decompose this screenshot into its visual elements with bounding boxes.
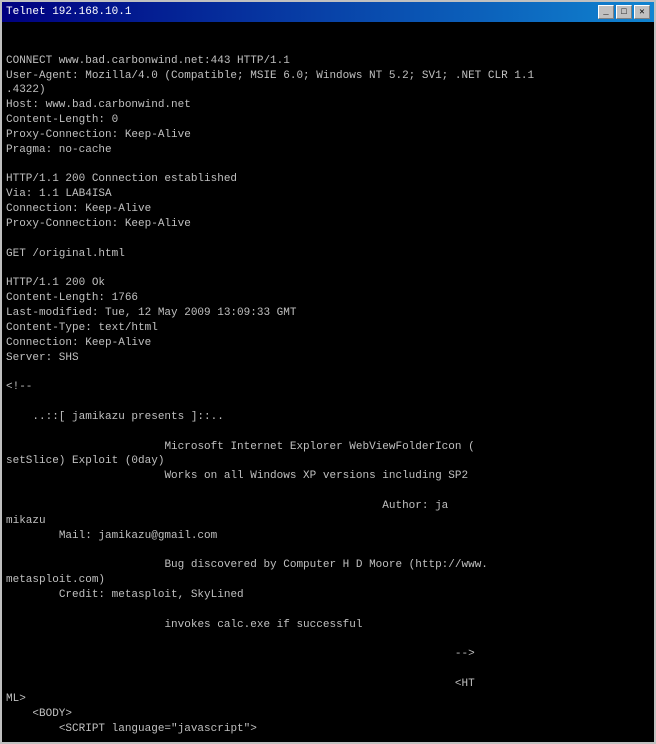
- terminal-line: Host: www.bad.carbonwind.net: [6, 98, 650, 113]
- minimize-button[interactable]: _: [598, 5, 614, 19]
- terminal-line: GET /original.html: [6, 247, 650, 262]
- close-button[interactable]: ✕: [634, 5, 650, 19]
- terminal-line: [6, 232, 650, 247]
- terminal-line: [6, 395, 650, 410]
- terminal-line: Via: 1.1 LAB4ISA: [6, 187, 650, 202]
- terminal-line: Credit: metasploit, SkyLined: [6, 588, 650, 603]
- terminal-line: setSlice) Exploit (0day): [6, 454, 650, 469]
- terminal-line: Connection: Keep-Alive: [6, 202, 650, 217]
- title-bar-left: Telnet 192.168.10.1: [6, 6, 131, 18]
- terminal-line: [6, 484, 650, 499]
- terminal-line: metasploit.com): [6, 573, 650, 588]
- terminal-line: ..::[ jamikazu presents ]::..: [6, 410, 650, 425]
- terminal-line: [6, 544, 650, 559]
- terminal-line: Content-Length: 1766: [6, 291, 650, 306]
- terminal-line: Author: ja: [6, 499, 650, 514]
- terminal-line: Server: SHS: [6, 351, 650, 366]
- title-bar-buttons: _ □ ✕: [598, 5, 650, 19]
- terminal-line: -->: [6, 647, 650, 662]
- terminal-line: Bug discovered by Computer H D Moore (ht…: [6, 558, 650, 573]
- terminal-line: <SCRIPT language="javascript">: [6, 722, 650, 737]
- terminal-line: Content-Length: 0: [6, 113, 650, 128]
- terminal-line: mikazu: [6, 514, 650, 529]
- terminal-line: Proxy-Connection: Keep-Alive: [6, 217, 650, 232]
- terminal-line: Connection: Keep-Alive: [6, 336, 650, 351]
- terminal-line: Pragma: no-cache: [6, 143, 650, 158]
- maximize-button[interactable]: □: [616, 5, 632, 19]
- terminal-line: Works on all Windows XP versions includi…: [6, 469, 650, 484]
- terminal-line: <!--: [6, 380, 650, 395]
- terminal-output: CONNECT www.bad.carbonwind.net:443 HTTP/…: [2, 22, 654, 742]
- terminal-line: [6, 425, 650, 440]
- terminal-line: [6, 262, 650, 277]
- terminal-line: Mail: jamikazu@gmail.com: [6, 529, 650, 544]
- terminal-line: [6, 737, 650, 743]
- title-bar: Telnet 192.168.10.1 _ □ ✕: [2, 2, 654, 22]
- terminal-line: invokes calc.exe if successful: [6, 618, 650, 633]
- terminal-line: ML>: [6, 692, 650, 707]
- terminal-line: <BODY>: [6, 707, 650, 722]
- window-title: Telnet 192.168.10.1: [6, 6, 131, 18]
- terminal-text: CONNECT www.bad.carbonwind.net:443 HTTP/…: [6, 54, 650, 742]
- terminal-line: Proxy-Connection: Keep-Alive: [6, 128, 650, 143]
- terminal-line: [6, 603, 650, 618]
- terminal-line: CONNECT www.bad.carbonwind.net:443 HTTP/…: [6, 54, 650, 69]
- telnet-window: Telnet 192.168.10.1 _ □ ✕ CONNECT www.ba…: [0, 0, 656, 744]
- terminal-line: [6, 158, 650, 173]
- terminal-line: .4322): [6, 83, 650, 98]
- terminal-line: User-Agent: Mozilla/4.0 (Compatible; MSI…: [6, 69, 650, 84]
- terminal-line: [6, 662, 650, 677]
- terminal-line: <HT: [6, 677, 650, 692]
- terminal-line: Last-modified: Tue, 12 May 2009 13:09:33…: [6, 306, 650, 321]
- terminal-line: Microsoft Internet Explorer WebViewFolde…: [6, 440, 650, 455]
- terminal-line: HTTP/1.1 200 Ok: [6, 276, 650, 291]
- terminal-line: HTTP/1.1 200 Connection established: [6, 172, 650, 187]
- terminal-line: Content-Type: text/html: [6, 321, 650, 336]
- terminal-line: [6, 365, 650, 380]
- terminal-line: [6, 633, 650, 648]
